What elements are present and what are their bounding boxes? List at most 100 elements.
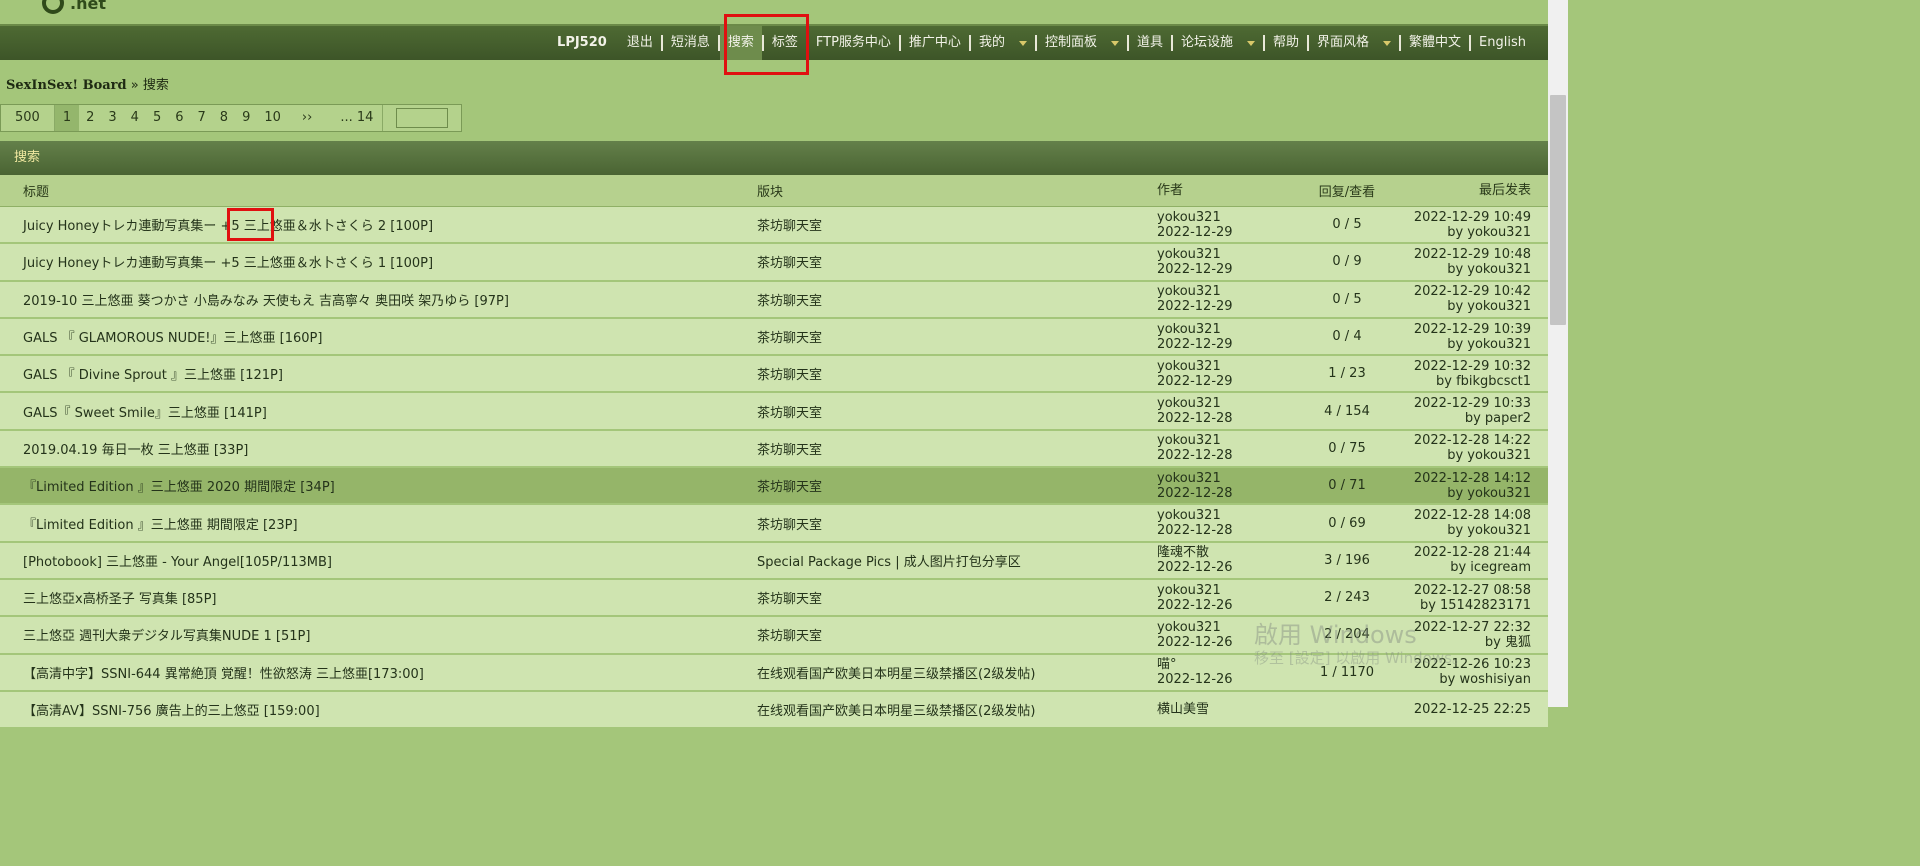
- last-post-time-link[interactable]: 2022-12-29 10:48: [1392, 247, 1531, 262]
- pagination-next-button[interactable]: ››: [288, 105, 326, 131]
- thread-title-link[interactable]: 2019.04.19 毎日一枚 三上悠亜 [33P]: [0, 439, 757, 458]
- author-link[interactable]: yokou321: [1157, 396, 1302, 411]
- nav-item-2[interactable]: 搜索: [719, 26, 762, 60]
- forum-link[interactable]: 茶坊聊天室: [757, 514, 1157, 533]
- site-logo-text[interactable]: .net: [70, 0, 106, 13]
- nav-item-8[interactable]: 道具: [1129, 26, 1171, 60]
- page-jump-input[interactable]: [396, 108, 449, 128]
- nav-item-0[interactable]: 退出: [619, 26, 661, 60]
- page-scrollbar[interactable]: [1548, 0, 1568, 707]
- nav-item-1[interactable]: 短消息: [663, 26, 718, 60]
- pagination-page-link[interactable]: 5: [146, 105, 168, 131]
- forum-link[interactable]: 茶坊聊天室: [757, 252, 1157, 271]
- author-link[interactable]: yokou321: [1157, 247, 1302, 262]
- last-post-author-link[interactable]: by yokou321: [1392, 486, 1531, 501]
- last-post-time-link[interactable]: 2022-12-29 10:32: [1392, 359, 1531, 374]
- author-link[interactable]: 喵°: [1157, 657, 1302, 672]
- pagination-page-link[interactable]: 4: [124, 105, 146, 131]
- nav-item-12[interactable]: 繁體中文: [1401, 26, 1469, 60]
- last-post-time-link[interactable]: 2022-12-25 22:25: [1392, 702, 1531, 717]
- forum-link[interactable]: 茶坊聊天室: [757, 327, 1157, 346]
- author-link[interactable]: yokou321: [1157, 433, 1302, 448]
- last-post-time-link[interactable]: 2022-12-27 22:32: [1392, 620, 1531, 635]
- pagination-page-link[interactable]: 2: [79, 105, 101, 131]
- forum-link[interactable]: 茶坊聊天室: [757, 290, 1157, 309]
- author-link[interactable]: yokou321: [1157, 322, 1302, 337]
- forum-link[interactable]: 茶坊聊天室: [757, 625, 1157, 644]
- last-post-author-link[interactable]: by woshisiyan: [1392, 672, 1531, 687]
- author-link[interactable]: 隆魂不散: [1157, 545, 1302, 560]
- dropdown-caret-icon[interactable]: [1018, 40, 1027, 46]
- last-post-time-link[interactable]: 2022-12-29 10:42: [1392, 284, 1531, 299]
- nav-item-11[interactable]: 界面风格: [1309, 26, 1399, 60]
- thread-title-link[interactable]: 『Limited Edition 』三上悠亜 2020 期間限定 [34P]: [0, 476, 757, 495]
- dropdown-caret-icon[interactable]: [1383, 40, 1392, 46]
- pagination-page-link[interactable]: 3: [101, 105, 123, 131]
- thread-title-link[interactable]: 【高清中字】SSNI-644 異常絶頂 覚醒！性欲怒涛 三上悠亜[173:00]: [0, 663, 757, 682]
- author-link[interactable]: yokou321: [1157, 284, 1302, 299]
- last-post-time-link[interactable]: 2022-12-29 10:39: [1392, 322, 1531, 337]
- nav-item-3[interactable]: 标签: [764, 26, 806, 60]
- last-post-author-link[interactable]: by icegream: [1392, 560, 1531, 575]
- last-post-author-link[interactable]: by yokou321: [1392, 523, 1531, 538]
- author-link[interactable]: yokou321: [1157, 471, 1302, 486]
- last-post-time-link[interactable]: 2022-12-27 08:58: [1392, 583, 1531, 598]
- pagination-page-link[interactable]: 6: [168, 105, 190, 131]
- forum-link[interactable]: 茶坊聊天室: [757, 215, 1157, 234]
- last-post-author-link[interactable]: by yokou321: [1392, 337, 1531, 352]
- scrollbar-thumb[interactable]: [1550, 95, 1566, 325]
- thread-title-link[interactable]: GALS 『 Divine Sprout 』三上悠亜 [121P]: [0, 364, 757, 383]
- forum-link[interactable]: 茶坊聊天室: [757, 476, 1157, 495]
- author-link[interactable]: yokou321: [1157, 508, 1302, 523]
- forum-link[interactable]: 在线观看国产欧美日本明星三级禁播区(2级发帖): [757, 700, 1157, 719]
- author-link[interactable]: yokou321: [1157, 583, 1302, 598]
- last-post-author-link[interactable]: by yokou321: [1392, 299, 1531, 314]
- breadcrumb-board-link[interactable]: SexInSex! Board: [6, 78, 127, 93]
- pagination-page-link[interactable]: 7: [191, 105, 213, 131]
- pagination-page-link[interactable]: 10: [257, 105, 288, 131]
- author-link[interactable]: 横山美雪: [1157, 702, 1302, 717]
- author-link[interactable]: yokou321: [1157, 210, 1302, 225]
- forum-link[interactable]: 茶坊聊天室: [757, 364, 1157, 383]
- last-post-author-link[interactable]: by 鬼狐: [1392, 635, 1531, 650]
- nav-item-7[interactable]: 控制面板: [1037, 26, 1127, 60]
- last-post-author-link[interactable]: by yokou321: [1392, 262, 1531, 277]
- last-post-time-link[interactable]: 2022-12-28 21:44: [1392, 545, 1531, 560]
- pagination-page-link[interactable]: 8: [213, 105, 235, 131]
- nav-item-5[interactable]: 推广中心: [901, 26, 969, 60]
- nav-item-9[interactable]: 论坛设施: [1173, 26, 1263, 60]
- thread-title-link[interactable]: 2019-10 三上悠亜 葵つかさ 小島みなみ 天使もえ 吉高寧々 奥田咲 架乃…: [0, 290, 757, 309]
- forum-link[interactable]: 茶坊聊天室: [757, 439, 1157, 458]
- last-post-time-link[interactable]: 2022-12-29 10:33: [1392, 396, 1531, 411]
- nav-item-4[interactable]: FTP服务中心: [808, 26, 899, 60]
- last-post-author-link[interactable]: by paper2: [1392, 411, 1531, 426]
- forum-link[interactable]: 茶坊聊天室: [757, 588, 1157, 607]
- pagination-page-link[interactable]: 9: [235, 105, 257, 131]
- last-post-time-link[interactable]: 2022-12-28 14:22: [1392, 433, 1531, 448]
- pagination-last-page[interactable]: ... 14: [326, 105, 384, 131]
- dropdown-caret-icon[interactable]: [1110, 40, 1119, 46]
- last-post-author-link[interactable]: by fbikgbcsct1: [1392, 374, 1531, 389]
- thread-title-link[interactable]: 【高清AV】SSNI-756 廣告上的三上悠亞 [159:00]: [0, 700, 757, 719]
- last-post-time-link[interactable]: 2022-12-29 10:49: [1392, 210, 1531, 225]
- forum-link[interactable]: 茶坊聊天室: [757, 402, 1157, 421]
- thread-title-link[interactable]: 三上悠亞x高桥圣子 写真集 [85P]: [0, 588, 757, 607]
- last-post-time-link[interactable]: 2022-12-28 14:12: [1392, 471, 1531, 486]
- author-link[interactable]: yokou321: [1157, 620, 1302, 635]
- thread-title-link[interactable]: GALS『 Sweet Smile』三上悠亜 [141P]: [0, 402, 757, 421]
- last-post-author-link[interactable]: by yokou321: [1392, 225, 1531, 240]
- forum-link[interactable]: Special Package Pics | 成人图片打包分享区: [757, 551, 1157, 570]
- nav-item-13[interactable]: English: [1471, 26, 1534, 60]
- last-post-time-link[interactable]: 2022-12-28 14:08: [1392, 508, 1531, 523]
- thread-title-link[interactable]: 『Limited Edition 』三上悠亜 期間限定 [23P]: [0, 514, 757, 533]
- nav-item-6[interactable]: 我的: [971, 26, 1035, 60]
- forum-link[interactable]: 在线观看国产欧美日本明星三级禁播区(2级发帖): [757, 663, 1157, 682]
- nav-user-link[interactable]: LPJ520: [549, 26, 619, 60]
- author-link[interactable]: yokou321: [1157, 359, 1302, 374]
- last-post-author-link[interactable]: by 15142823171: [1392, 598, 1531, 613]
- nav-item-10[interactable]: 帮助: [1265, 26, 1307, 60]
- thread-title-link[interactable]: Juicy Honeyトレカ連動写真集ー +5 三上悠亜＆水卜さくら 2 [10…: [0, 215, 757, 234]
- thread-title-link[interactable]: 三上悠亞 週刊大衆デジタル写真集NUDE 1 [51P]: [0, 625, 757, 644]
- last-post-time-link[interactable]: 2022-12-26 10:23: [1392, 657, 1531, 672]
- dropdown-caret-icon[interactable]: [1247, 40, 1255, 46]
